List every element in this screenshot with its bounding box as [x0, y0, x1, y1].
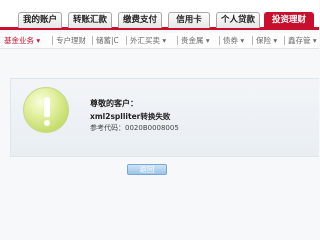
- subnav-precious-metals[interactable]: 贵金属 ▾: [181, 36, 210, 46]
- exclamation-bar: [44, 97, 50, 117]
- main-tab-bar: 我的账户 转账汇款 缴费支付 信用卡 个人贷款 投资理财: [0, 0, 319, 30]
- reference-value: 0020B0008005: [125, 124, 179, 132]
- subnav-divider: [219, 36, 220, 45]
- subnav-divider: [284, 36, 285, 45]
- exclamation-icon: [23, 87, 69, 133]
- subnav-bonds[interactable]: 债券 ▾: [223, 36, 244, 46]
- sub-navigation: 基金业务 ▾ 专户理财 储蓄|C 外汇买卖 ▾ 贵金属 ▾ 债券 ▾ 保险 ▾ …: [0, 33, 319, 49]
- reference-label: 参考代码：: [90, 124, 125, 132]
- subnav-depository[interactable]: 鑫存管 ▾: [288, 36, 317, 46]
- greeting-text: 尊敬的客户：: [90, 99, 138, 108]
- subnav-divider: [126, 36, 127, 45]
- tab-my-account[interactable]: 我的账户: [18, 12, 62, 28]
- exclamation-dot: [44, 120, 50, 126]
- subnav-special-account[interactable]: 专户理财: [56, 36, 86, 46]
- tab-investment[interactable]: 投资理财: [264, 12, 314, 28]
- tab-personal-loan[interactable]: 个人贷款: [216, 12, 260, 28]
- tab-payment[interactable]: 缴费支付: [118, 12, 162, 28]
- subnav-fund-business[interactable]: 基金业务 ▾: [4, 36, 40, 46]
- subnav-divider: [177, 36, 178, 45]
- subnav-divider: [252, 36, 253, 45]
- subnav-insurance[interactable]: 保险 ▾: [256, 36, 277, 46]
- subnav-divider: [92, 36, 93, 45]
- error-message: xml2splliter转换失败: [90, 112, 171, 121]
- tab-transfer[interactable]: 转账汇款: [68, 12, 112, 28]
- back-button[interactable]: 返回: [127, 164, 167, 175]
- tab-credit-card[interactable]: 信用卡: [168, 12, 210, 28]
- subnav-forex[interactable]: 外汇买卖 ▾: [130, 36, 166, 46]
- subnav-savings[interactable]: 储蓄|C: [96, 36, 119, 46]
- reference-code: 参考代码：0020B0008005: [90, 123, 179, 133]
- subnav-divider: [52, 36, 53, 45]
